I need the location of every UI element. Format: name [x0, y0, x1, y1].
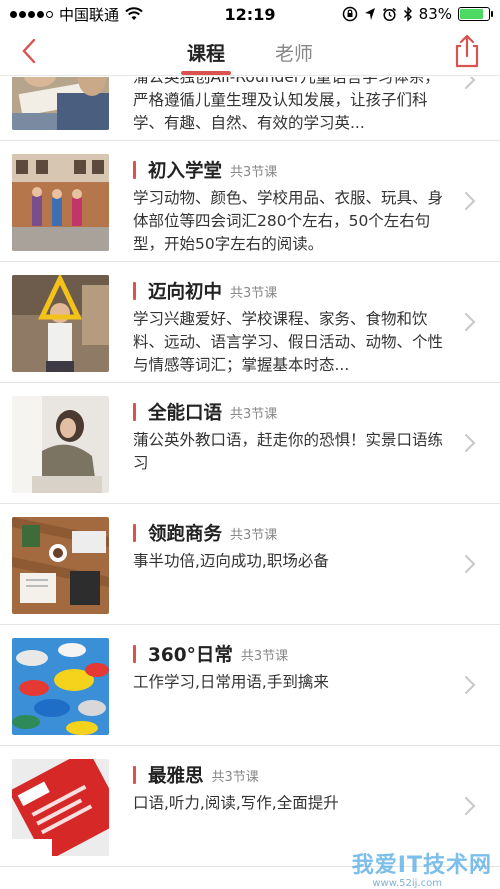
- course-thumbnail-speaking: [12, 396, 109, 493]
- course-count: 共3节课: [211, 769, 259, 785]
- chevron-left-icon: [22, 38, 36, 64]
- course-count: 共3节课: [230, 164, 278, 180]
- course-title: 迈向初中: [148, 282, 223, 303]
- course-description: 事半功倍,迈向成功,职场必备: [133, 552, 329, 570]
- course-count: 共3节课: [230, 285, 278, 301]
- location-arrow-icon: [364, 8, 375, 20]
- back-button[interactable]: [14, 36, 44, 66]
- chevron-right-icon: [465, 192, 476, 210]
- course-item[interactable]: 领跑商务 共3节课 事半功倍,迈向成功,职场必备: [0, 504, 500, 625]
- course-thumbnail-umbrellas: [12, 638, 109, 735]
- course-title: 全能口语: [148, 403, 223, 424]
- bluetooth-icon: [403, 6, 412, 22]
- course-title-row: 初入学堂 共3节课: [133, 157, 277, 183]
- course-description: 蒲公英独创All-Rounder儿童语言学习体系，严格遵循儿童生理及认知发展，让…: [133, 77, 440, 132]
- course-item[interactable]: 蒲公英独创All-Rounder儿童语言学习体系，严格遵循儿童生理及认知发展，让…: [0, 77, 500, 141]
- tab-courses[interactable]: 课程: [180, 28, 232, 76]
- rotation-lock-icon: [342, 6, 357, 22]
- battery-percent: 83%: [418, 5, 452, 23]
- course-item[interactable]: 最雅思 共3节课 口语,听力,阅读,写作,全面提升: [0, 746, 500, 867]
- course-count: 共3节课: [230, 406, 278, 422]
- wifi-icon: [125, 7, 143, 20]
- course-thumbnail-student: [12, 275, 109, 372]
- course-title-row: 360°日常 共3节课: [133, 641, 288, 667]
- chevron-right-icon: [465, 77, 476, 89]
- chevron-right-icon: [465, 676, 476, 694]
- title-accent-bar: [133, 161, 136, 179]
- course-thumbnail-school: [12, 154, 109, 251]
- course-title-row: 迈向初中 共3节课: [133, 278, 277, 304]
- status-bar: 中国联通 12:19 83%: [0, 0, 500, 28]
- title-accent-bar: [133, 524, 136, 542]
- chevron-right-icon: [465, 313, 476, 331]
- course-count: 共3节课: [230, 527, 278, 543]
- chevron-right-icon: [465, 434, 476, 452]
- title-accent-bar: [133, 403, 136, 421]
- course-thumbnail-reading: [12, 77, 109, 130]
- share-icon: [455, 34, 479, 68]
- course-description: 学习兴趣爱好、学校课程、家务、食物和饮料、远动、语言学习、假日活动、动物、个性与…: [133, 310, 444, 374]
- course-title: 初入学堂: [148, 161, 223, 182]
- course-thumbnail-ielts: [12, 759, 109, 856]
- title-accent-bar: [133, 282, 136, 300]
- course-item[interactable]: 初入学堂 共3节课 学习动物、颜色、学校用品、衣服、玩具、身体部位等四会词汇28…: [0, 141, 500, 262]
- course-item[interactable]: 360°日常 共3节课 工作学习,日常用语,手到擒来: [0, 625, 500, 746]
- course-description: 口语,听力,阅读,写作,全面提升: [133, 794, 339, 812]
- chevron-right-icon: [465, 797, 476, 815]
- course-title: 360°日常: [148, 645, 233, 666]
- battery-icon: [458, 7, 493, 21]
- course-count: 共3节课: [240, 648, 289, 664]
- signal-strength-icon: [10, 10, 53, 18]
- course-title-row: 全能口语 共3节课: [133, 399, 277, 425]
- tab-teachers[interactable]: 老师: [275, 28, 313, 76]
- chevron-right-icon: [465, 555, 476, 573]
- course-description: 蒲公英外教口语，赶走你的恐惧！实景口语练习: [133, 431, 444, 472]
- clock-time: 12:19: [224, 4, 276, 24]
- title-accent-bar: [133, 645, 136, 663]
- course-title-row: 领跑商务 共3节课: [133, 520, 277, 546]
- course-list: 蒲公英独创All-Rounder儿童语言学习体系，严格遵循儿童生理及认知发展，让…: [0, 77, 500, 889]
- carrier-label: 中国联通: [59, 5, 120, 24]
- course-title: 领跑商务: [148, 524, 223, 545]
- course-item[interactable]: 迈向初中 共3节课 学习兴趣爱好、学校课程、家务、食物和饮料、远动、语言学习、假…: [0, 262, 500, 383]
- course-title-row: 最雅思 共3节课: [133, 762, 259, 788]
- title-accent-bar: [133, 766, 136, 784]
- course-title: 最雅思: [148, 766, 204, 787]
- tab-bar: 课程 老师: [180, 28, 313, 76]
- share-button[interactable]: [452, 34, 482, 68]
- nav-bar: 课程 老师: [0, 28, 500, 76]
- alarm-icon: [382, 7, 396, 21]
- course-item[interactable]: 全能口语 共3节课 蒲公英外教口语，赶走你的恐惧！实景口语练习: [0, 383, 500, 504]
- course-thumbnail-business: [12, 517, 109, 614]
- course-description: 学习动物、颜色、学校用品、衣服、玩具、身体部位等四会词汇280个左右，50个左右…: [133, 189, 444, 253]
- course-description: 工作学习,日常用语,手到擒来: [133, 673, 329, 691]
